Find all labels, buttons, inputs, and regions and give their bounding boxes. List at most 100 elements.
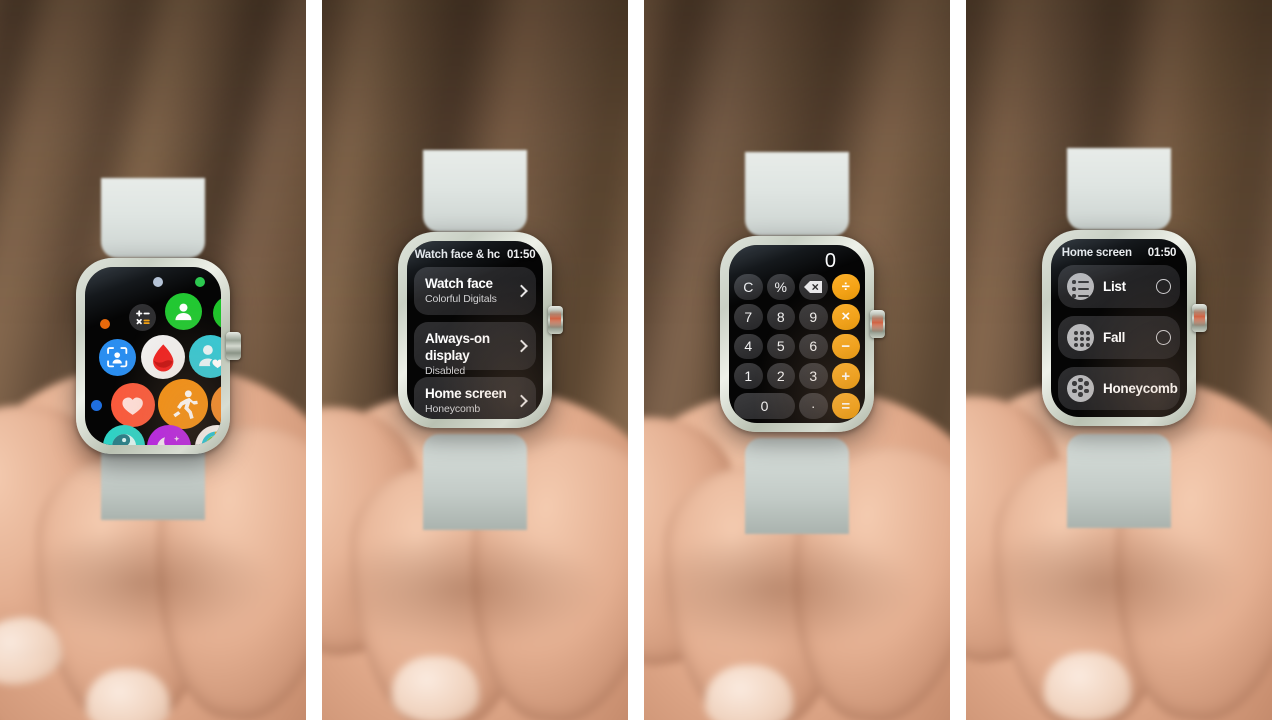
calendar-clock-icon	[218, 390, 221, 419]
decimal-key[interactable]: ·	[799, 393, 828, 419]
panel-settings: Watch face & hc 01:50 Watch face Colorful…	[322, 0, 628, 720]
panel-home-screen: Home screen 01:50 List Fall Honeycomb	[966, 0, 1272, 720]
key-label: 0	[760, 398, 769, 415]
digit-1-key[interactable]: 1	[734, 363, 763, 390]
settings-list[interactable]: Watch face Colorful Digitals Always-on dis…	[414, 267, 536, 419]
app-grid[interactable]: Calculator Contacts Phone Face unlockBlood …	[85, 267, 221, 445]
key-label: 3	[809, 368, 818, 385]
key-label: ·	[810, 398, 816, 415]
percent-key[interactable]: %	[766, 274, 795, 300]
key-label: 6	[809, 338, 818, 355]
watch-screen[interactable]: Home screen 01:50 List Fall Honeycomb	[1051, 239, 1187, 417]
fingernail-1	[705, 665, 793, 720]
watch-body: Watch face & hc 01:50 Watch face Colorful…	[398, 232, 563, 428]
phone-icon	[220, 303, 221, 323]
crown-accent-ring	[872, 314, 883, 333]
calculator[interactable]: 0 C% ÷ 7 8 9 × 4 5 6 − 1 2 3 +0 · =	[729, 245, 865, 423]
watch-body: 0 C% ÷ 7 8 9 × 4 5 6 − 1 2 3 +0 · =	[720, 236, 885, 432]
setting-value: Colorful Digitals	[425, 293, 497, 305]
digit-5-key[interactable]: 5	[766, 333, 795, 360]
setting-row[interactable]: Home screen Honeycomb	[414, 377, 536, 419]
clear-key[interactable]: C	[734, 274, 763, 300]
home-screen-option[interactable]: Fall	[1058, 316, 1180, 359]
digit-0-key[interactable]: 0	[734, 393, 795, 419]
option-label: Honeycomb	[1103, 381, 1178, 396]
setting-row[interactable]: Watch face Colorful Digitals	[414, 267, 536, 315]
digit-7-key[interactable]: 7	[734, 303, 763, 330]
watch-strap-top	[101, 178, 205, 258]
clock: 01:50	[1147, 247, 1177, 259]
app-icon-phone[interactable]: Phone	[213, 296, 221, 330]
setting-value: Honeycomb	[425, 403, 481, 415]
app-icon-contacts[interactable]: Contacts	[165, 293, 202, 330]
app-icon-compass-dial[interactable]: Compass	[103, 425, 145, 445]
setting-row[interactable]: Always-on display Disabled	[414, 322, 536, 377]
yin-yang-icon	[109, 431, 139, 445]
digit-9-key[interactable]: 9	[799, 303, 828, 330]
divide-key[interactable]: ÷	[831, 274, 860, 300]
app-icon-face-unlock[interactable]: Face unlock	[99, 339, 136, 376]
list-icon	[1067, 273, 1094, 300]
setting-title: Watch face	[425, 276, 493, 291]
calculator-keypad[interactable]: C% ÷ 7 8 9 × 4 5 6 − 1 2 3 +0 · =	[734, 274, 860, 419]
key-label: 1	[744, 368, 753, 385]
clock: 01:50	[506, 249, 536, 261]
app-icon-activity[interactable]: Activity	[195, 425, 221, 445]
key-label: =	[841, 397, 851, 415]
watch-screen[interactable]: 0 C% ÷ 7 8 9 × 4 5 6 − 1 2 3 +0 · =	[729, 245, 865, 423]
app-icon-calculator[interactable]: Calculator	[129, 304, 156, 331]
digit-8-key[interactable]: 8	[766, 303, 795, 330]
fingernail-1	[1044, 652, 1132, 720]
multiply-key[interactable]: ×	[831, 303, 860, 330]
chevron-right-icon	[515, 284, 528, 298]
app-icon-app-dot-top2[interactable]	[195, 277, 205, 287]
home-screen-option[interactable]: List	[1058, 265, 1180, 308]
home-screen-options[interactable]: List Fall Honeycomb	[1058, 265, 1187, 417]
grid-dots-icon	[1067, 324, 1094, 351]
app-icon-alarm[interactable]: Alarm	[211, 383, 221, 427]
equals-key[interactable]: =	[831, 393, 860, 419]
calculator-display: 0	[824, 250, 836, 272]
watch-body: Calculator Contacts Phone Face unlockBlood …	[76, 258, 241, 454]
people-heart-icon	[195, 341, 221, 372]
digit-4-key[interactable]: 4	[734, 333, 763, 360]
app-icon-blood-pressure[interactable]: Blood pressure	[141, 335, 185, 379]
app-icon-app-dot-left[interactable]	[100, 319, 110, 329]
status-bar: Home screen 01:50	[1051, 247, 1187, 259]
face-scan-icon	[105, 345, 129, 369]
backspace-icon	[804, 280, 823, 293]
honeycomb-icon	[1067, 375, 1094, 402]
contacts-icon	[172, 300, 195, 323]
hand-shadow	[969, 524, 1236, 643]
app-icon-workout[interactable]: Workout	[158, 379, 208, 429]
watch-crown[interactable]	[226, 332, 241, 360]
key-label: 7	[744, 308, 753, 325]
digit-6-key[interactable]: 6	[799, 333, 828, 360]
app-icon-app-dot-left2[interactable]	[91, 400, 102, 411]
option-label: List	[1103, 279, 1126, 294]
runner-icon	[167, 388, 200, 421]
watch-screen[interactable]: Watch face & hc 01:50 Watch face Colorful…	[407, 241, 543, 419]
digit-3-key[interactable]: 3	[799, 363, 828, 390]
option-radio[interactable]	[1156, 279, 1171, 294]
digit-2-key[interactable]: 2	[766, 363, 795, 390]
calculator-icon	[134, 309, 152, 327]
watch-strap-top	[745, 152, 849, 236]
watch-strap-bottom	[745, 438, 849, 534]
app-icon-app-dot-top[interactable]	[153, 277, 163, 287]
crown-accent-ring	[550, 310, 561, 329]
option-radio[interactable]	[1156, 330, 1171, 345]
key-label: 8	[776, 308, 785, 325]
key-label: +	[841, 367, 851, 385]
app-icon-heart-rate[interactable]: Heart rate	[111, 383, 155, 427]
plus-key[interactable]: +	[831, 363, 860, 390]
watch-screen[interactable]: Calculator Contacts Phone Face unlockBlood …	[85, 267, 221, 445]
watch-strap-top	[1067, 148, 1171, 230]
backspace-key[interactable]	[799, 274, 828, 300]
moon-icon	[154, 432, 184, 445]
minus-key[interactable]: −	[831, 333, 860, 360]
watch-strap-bottom	[1067, 434, 1171, 528]
key-label: 9	[809, 308, 818, 325]
home-screen-option[interactable]: Honeycomb	[1058, 367, 1187, 410]
app-icon-social[interactable]: Social	[189, 335, 221, 378]
